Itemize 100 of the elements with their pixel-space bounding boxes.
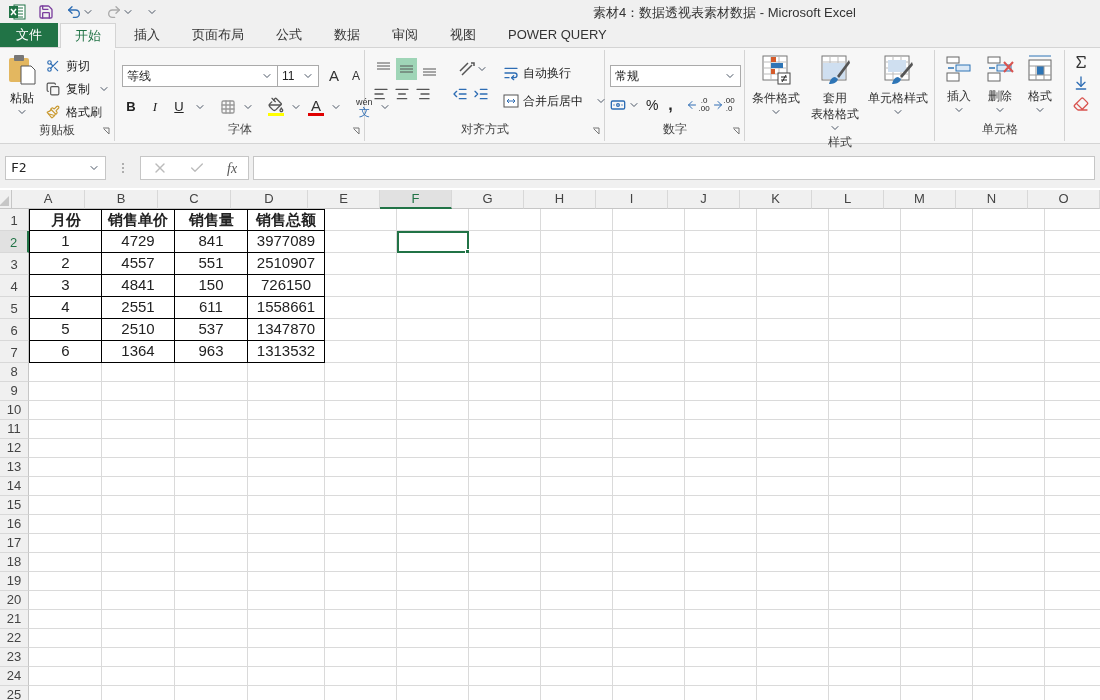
undo-icon[interactable] (66, 4, 82, 20)
row-header[interactable]: 19 (0, 572, 29, 591)
column-header[interactable]: D (231, 190, 308, 209)
sheet-cell (397, 572, 469, 591)
ribbon-button[interactable]: 删除 (978, 54, 1021, 121)
ribbon-button[interactable]: 插入 (939, 54, 979, 121)
row-header[interactable]: 4 (0, 275, 29, 297)
column-header[interactable]: H (524, 190, 596, 209)
column-header[interactable]: O (1028, 190, 1100, 209)
column-header[interactable]: E (308, 190, 380, 209)
orientation-icon[interactable] (458, 61, 476, 77)
row-header[interactable]: 25 (0, 686, 29, 700)
increase-indent-icon[interactable] (473, 86, 489, 102)
column-header[interactable]: J (668, 190, 740, 209)
column-header[interactable]: K (740, 190, 812, 209)
ribbon-tab[interactable]: 公式 (262, 23, 316, 47)
italic-button[interactable]: I (146, 96, 164, 117)
accounting-format-icon[interactable] (610, 97, 626, 113)
borders-icon[interactable] (220, 98, 236, 115)
row-header[interactable]: 3 (0, 253, 29, 275)
wrap-text-button[interactable]: 自动换行 (503, 64, 607, 82)
align-right-icon[interactable] (415, 86, 431, 102)
dialog-launcher-icon[interactable] (592, 127, 600, 135)
ribbon-tab[interactable]: 页面布局 (178, 23, 258, 47)
dialog-launcher-icon[interactable] (352, 127, 360, 135)
ribbon-tab[interactable]: 开始 (60, 23, 116, 48)
align-center-icon[interactable] (394, 86, 410, 102)
row-header[interactable]: 16 (0, 515, 29, 534)
column-header[interactable]: B (85, 190, 158, 209)
active-cell[interactable] (397, 231, 469, 253)
fill-color-icon[interactable] (268, 97, 284, 113)
format-painter-button[interactable]: 格式刷 (44, 102, 110, 122)
row-header[interactable]: 1 (0, 209, 29, 231)
row-header[interactable]: 18 (0, 553, 29, 572)
row-header[interactable]: 17 (0, 534, 29, 553)
row-header[interactable]: 23 (0, 648, 29, 667)
paste-button[interactable]: 粘贴 (4, 54, 40, 122)
phonetic-button[interactable]: wén 文 (356, 96, 373, 117)
autosum-icon[interactable] (1073, 54, 1089, 70)
clear-icon[interactable] (1073, 96, 1089, 112)
row-header[interactable]: 12 (0, 439, 29, 458)
bold-button[interactable]: B (122, 96, 140, 117)
comma-button[interactable]: , (664, 93, 677, 117)
ribbon-tab[interactable]: POWER QUERY (494, 23, 621, 47)
name-box[interactable]: F2 (5, 156, 106, 180)
ribbon-tab[interactable]: 审阅 (378, 23, 432, 47)
column-header[interactable]: I (596, 190, 668, 209)
cut-button[interactable]: 剪切 (44, 56, 110, 76)
font-color-button[interactable]: A (308, 97, 324, 116)
dialog-launcher-icon[interactable] (732, 127, 740, 135)
save-icon[interactable] (38, 4, 54, 20)
font-name-field[interactable]: 等线 (122, 65, 278, 88)
column-header[interactable]: F (380, 190, 452, 209)
row-header[interactable]: 21 (0, 610, 29, 629)
underline-button[interactable]: U (170, 96, 188, 117)
column-header[interactable]: M (884, 190, 956, 209)
column-header[interactable]: L (812, 190, 884, 209)
excel-logo-icon[interactable] (8, 3, 26, 21)
ribbon-button[interactable]: 套用 表格格式 (803, 54, 866, 134)
row-header[interactable]: 11 (0, 420, 29, 439)
insert-function-button[interactable]: fx (227, 157, 238, 179)
align-left-icon[interactable] (373, 86, 389, 102)
ribbon-button[interactable]: 单元格样式 (865, 54, 930, 134)
dialog-launcher-icon[interactable] (102, 127, 110, 135)
row-header[interactable]: 2 (0, 231, 29, 253)
decrease-decimal-button[interactable]: .00 .0 (711, 97, 735, 113)
file-tab[interactable]: 文件 (0, 23, 58, 47)
decrease-indent-icon[interactable] (452, 86, 468, 102)
row-header[interactable]: 20 (0, 591, 29, 610)
grow-font-button[interactable]: A (324, 65, 344, 88)
column-header[interactable]: C (158, 190, 231, 209)
row-header[interactable]: 24 (0, 667, 29, 686)
column-header[interactable]: A (12, 190, 85, 209)
number-format-field[interactable]: 常规 (610, 65, 741, 87)
row-header[interactable]: 9 (0, 382, 29, 401)
row-header[interactable]: 6 (0, 319, 29, 341)
ribbon-tab[interactable]: 数据 (320, 23, 374, 47)
row-header[interactable]: 5 (0, 297, 29, 319)
font-size-field[interactable]: 11 (278, 65, 319, 88)
merge-center-button[interactable]: 合并后居中 (503, 92, 607, 110)
row-header[interactable]: 8 (0, 363, 29, 382)
sheet-cell (901, 341, 973, 363)
row-header[interactable]: 10 (0, 401, 29, 420)
row-header[interactable]: 14 (0, 477, 29, 496)
ribbon-button[interactable]: 格式 (1020, 54, 1060, 121)
formula-input[interactable] (253, 156, 1095, 180)
increase-decimal-button[interactable]: .0 .00 (686, 97, 710, 113)
row-header[interactable]: 15 (0, 496, 29, 515)
ribbon-tab[interactable]: 视图 (436, 23, 490, 47)
column-header[interactable]: N (956, 190, 1028, 209)
row-header[interactable]: 22 (0, 629, 29, 648)
column-header[interactable]: G (452, 190, 524, 209)
ribbon-button[interactable]: 条件格式 (749, 54, 804, 134)
copy-button[interactable]: 复制 (44, 79, 110, 99)
shrink-font-button[interactable]: A (347, 67, 365, 86)
fill-icon[interactable] (1073, 75, 1089, 91)
percent-button[interactable]: % (646, 94, 659, 116)
row-header[interactable]: 7 (0, 341, 29, 363)
row-header[interactable]: 13 (0, 458, 29, 477)
ribbon-tab[interactable]: 插入 (120, 23, 174, 47)
